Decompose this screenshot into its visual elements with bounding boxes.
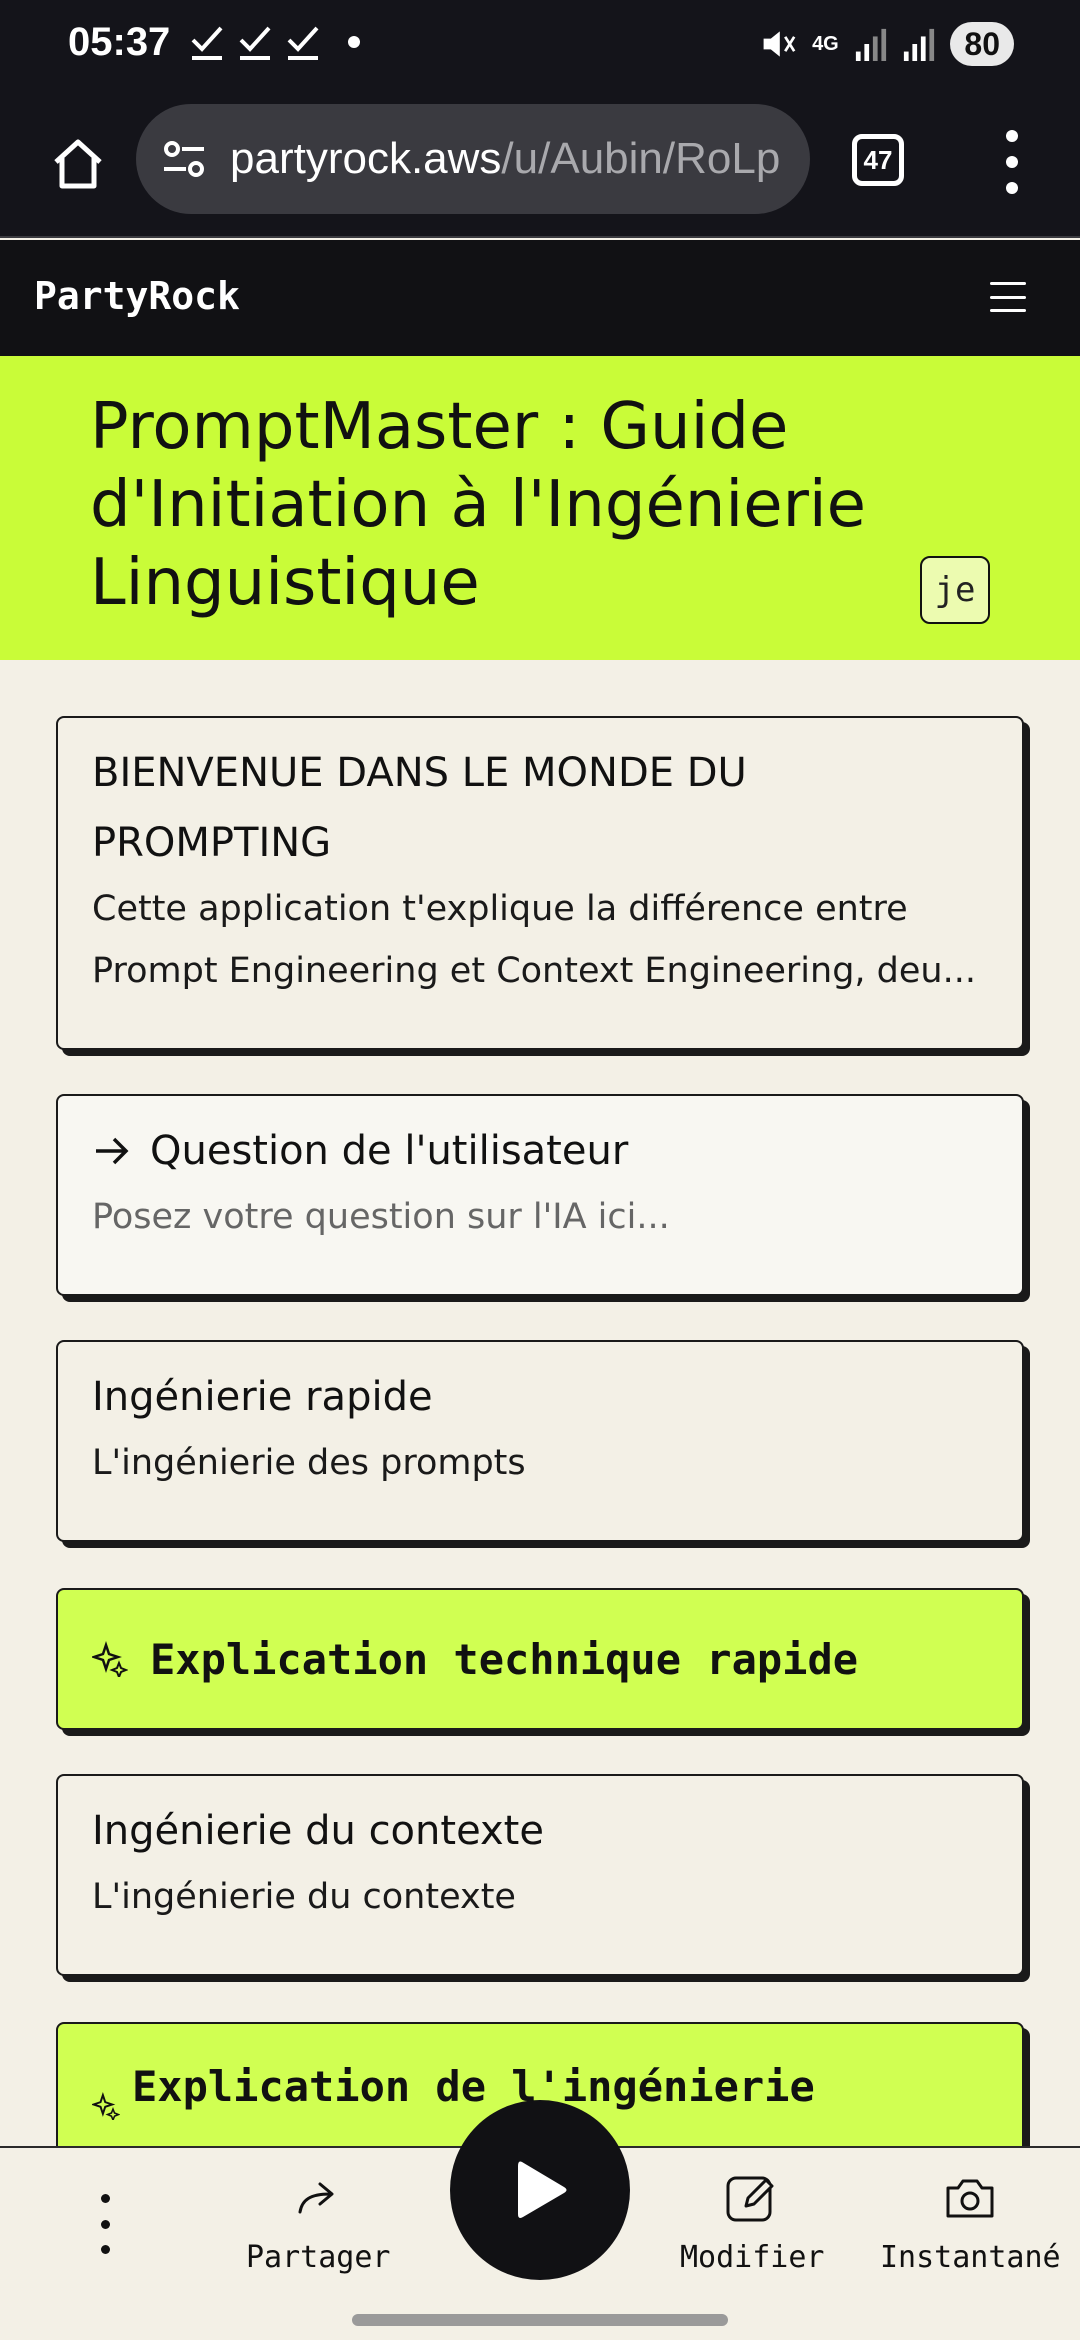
prompt-engineering-text: L'ingénierie des prompts bbox=[92, 1443, 526, 1483]
notification-icons bbox=[190, 22, 360, 62]
tab-switcher-button[interactable]: 47 bbox=[852, 134, 904, 186]
status-time: 05:37 bbox=[68, 20, 171, 64]
notification-dot bbox=[348, 36, 360, 48]
share-label: Partager bbox=[246, 2240, 391, 2275]
browser-toolbar: partyrock.aws/u/Aubin/RoLp 47 bbox=[0, 90, 1080, 238]
url-host: partyrock.aws bbox=[230, 134, 502, 183]
quick-technical-explanation-card[interactable]: Explication technique rapide bbox=[56, 1588, 1024, 1730]
edit-icon bbox=[726, 2176, 774, 2222]
title-banner: PromptMaster : Guide d'Initiation à l'In… bbox=[0, 356, 1080, 660]
network-label: 4G bbox=[812, 33, 839, 55]
sparkle-icon bbox=[92, 2092, 120, 2120]
check-icon bbox=[239, 26, 271, 60]
address-bar[interactable]: partyrock.aws/u/Aubin/RoLp bbox=[136, 104, 810, 214]
question-label-row: Question de l'utilisateur bbox=[92, 1116, 992, 1186]
snapshot-label: Instantané bbox=[880, 2240, 1061, 2275]
welcome-text: Cette application t'explique la différen… bbox=[92, 889, 976, 991]
edit-button[interactable]: Modifier bbox=[680, 2170, 825, 2275]
hamburger-menu-icon[interactable] bbox=[990, 282, 1026, 312]
signal-icon bbox=[856, 28, 887, 61]
app-header: PartyRock bbox=[0, 240, 1080, 356]
mute-icon bbox=[764, 31, 796, 57]
gesture-navigation-bar[interactable] bbox=[352, 2314, 728, 2326]
arrow-right-icon bbox=[96, 1137, 129, 1165]
question-label: Question de l'utilisateur bbox=[150, 1128, 629, 1174]
home-icon bbox=[54, 139, 102, 189]
site-settings-icon[interactable] bbox=[160, 135, 208, 183]
quick-technical-explanation-label: Explication technique rapide bbox=[150, 1634, 859, 1684]
share-button[interactable]: Partager bbox=[246, 2170, 391, 2275]
user-question-input[interactable]: Question de l'utilisateur Posez votre qu… bbox=[56, 1094, 1024, 1296]
context-engineering-heading: Ingénierie du contexte bbox=[92, 1808, 544, 1854]
context-engineering-card: Ingénierie du contexte L'ingénierie du c… bbox=[56, 1774, 1024, 1976]
check-icon bbox=[287, 26, 319, 60]
welcome-heading: BIENVENUE DANS LE MONDE DU PROMPTING bbox=[92, 750, 747, 866]
snapshot-button[interactable]: Instantané bbox=[880, 2170, 1061, 2275]
url-text[interactable]: partyrock.aws/u/Aubin/RoLp bbox=[230, 134, 780, 184]
prompt-engineering-heading: Ingénierie rapide bbox=[92, 1374, 433, 1420]
play-icon bbox=[518, 2161, 567, 2218]
share-arrow-icon bbox=[298, 2182, 334, 2214]
sparkle-icon bbox=[92, 1641, 128, 1677]
context-engineering-text: L'ingénierie du contexte bbox=[92, 1877, 516, 1917]
question-placeholder[interactable]: Posez votre question sur l'IA ici... bbox=[92, 1186, 992, 1248]
home-button[interactable] bbox=[36, 122, 120, 206]
camera-icon bbox=[946, 2179, 994, 2218]
signal-icon bbox=[904, 28, 935, 61]
browser-menu-button[interactable] bbox=[994, 130, 1030, 194]
page-title: PromptMaster : Guide d'Initiation à l'In… bbox=[90, 390, 867, 620]
more-options-button[interactable] bbox=[90, 2194, 120, 2254]
url-path: /u/Aubin/RoLp bbox=[501, 134, 781, 183]
battery-indicator: 80 bbox=[950, 22, 1014, 66]
context-explanation-label: Explication de l'ingénierie bbox=[132, 2061, 815, 2111]
prompt-engineering-card: Ingénierie rapide L'ingénierie des promp… bbox=[56, 1340, 1024, 1542]
check-icon bbox=[191, 26, 223, 60]
app-logo[interactable]: PartyRock bbox=[34, 274, 240, 318]
status-bar: 05:37 4G 80 bbox=[0, 0, 1080, 90]
run-app-button[interactable] bbox=[450, 2100, 630, 2280]
status-right: 4G 80 bbox=[760, 22, 1014, 66]
welcome-card: BIENVENUE DANS LE MONDE DU PROMPTING Cet… bbox=[56, 716, 1024, 1050]
user-badge[interactable]: je bbox=[920, 556, 990, 624]
edit-label: Modifier bbox=[680, 2240, 825, 2275]
